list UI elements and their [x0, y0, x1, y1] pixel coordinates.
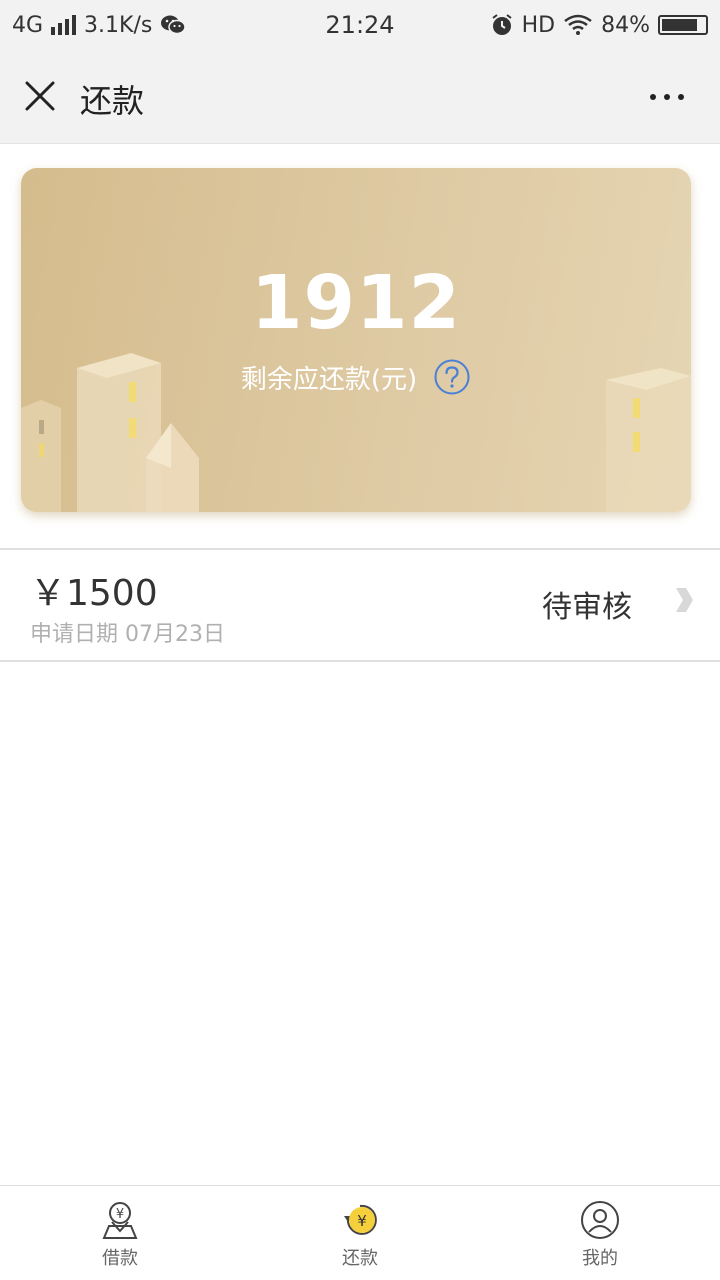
loan-amount: ￥1500 — [30, 573, 158, 614]
battery-icon — [658, 15, 708, 35]
loan-record-item[interactable]: ￥1500 申请日期 07月23日 待审核 — [0, 550, 720, 660]
profile-icon — [581, 1201, 619, 1239]
help-icon[interactable] — [433, 358, 471, 396]
tab-bar: ¥ 借款 ¥ 还款 我的 — [0, 1185, 720, 1280]
balance-card: 1912 剩余应还款(元) — [21, 168, 691, 512]
tab-label: 我的 — [582, 1248, 618, 1269]
tab-profile[interactable]: 我的 — [480, 1186, 720, 1280]
application-date: 申请日期 07月23日 — [30, 622, 225, 647]
amount-label: 剩余应还款(元) — [240, 364, 418, 395]
nav-bar: 还款 — [0, 50, 720, 144]
remaining-amount: 1912 — [251, 260, 461, 346]
tab-repay[interactable]: ¥ 还款 — [240, 1186, 480, 1280]
tab-borrow[interactable]: ¥ 借款 — [0, 1186, 240, 1280]
status-bar: 4G 3.1K/s 21:24 HD 84% — [0, 0, 720, 50]
status-right: HD 84% — [490, 13, 708, 38]
divider-bottom — [0, 660, 720, 662]
tab-label: 还款 — [342, 1248, 378, 1269]
more-icon[interactable] — [650, 94, 684, 100]
svg-text:¥: ¥ — [357, 1212, 367, 1230]
svg-text:¥: ¥ — [116, 1207, 124, 1222]
battery-fill — [662, 19, 698, 31]
status-badge: 待审核 — [542, 590, 632, 625]
page-title: 还款 — [80, 82, 145, 120]
close-icon[interactable] — [22, 78, 58, 114]
chevron-right-icon — [676, 588, 693, 612]
alarm-icon — [492, 14, 512, 35]
wifi-icon — [564, 14, 592, 35]
amount-label-row: 剩余应还款(元) — [21, 358, 691, 396]
battery-percent: 84% — [601, 12, 650, 38]
hd-indicator: HD — [521, 12, 556, 38]
repay-icon: ¥ — [344, 1204, 377, 1235]
borrow-icon: ¥ — [102, 1202, 138, 1239]
tab-label: 借款 — [102, 1248, 138, 1269]
